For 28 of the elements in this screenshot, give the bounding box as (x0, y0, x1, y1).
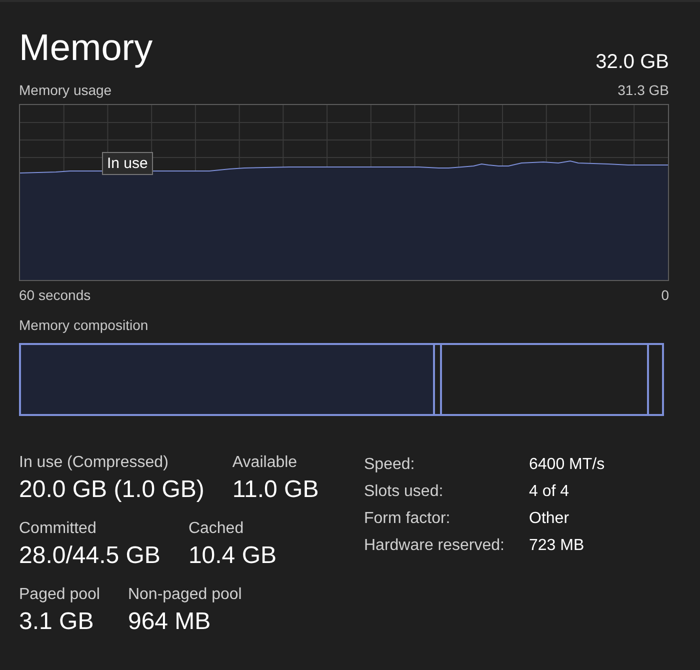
detail-value: 723 MB (529, 537, 586, 555)
stat-value: 20.0 GB (1.0 GB) (19, 476, 204, 504)
stat-value: 10.4 GB (188, 542, 276, 570)
page-title: Memory (19, 26, 153, 70)
stat-label: In use (Compressed) (19, 454, 170, 472)
detail-label: Hardware reserved: (364, 537, 506, 555)
axis-label: 0 (661, 287, 669, 303)
total-memory: 32.0 GB (596, 51, 669, 74)
stat-label: Non-paged pool (128, 586, 242, 604)
stat-label: Committed (19, 520, 98, 538)
detail-value: 6400 MT/s (529, 456, 605, 474)
detail-label: Slots used: (364, 483, 444, 501)
detail-label: Speed: (364, 456, 416, 474)
composition-label: Memory composition (19, 317, 148, 333)
detail-value: 4 of 4 (529, 483, 570, 501)
chart-label: Memory usage (19, 82, 112, 98)
stat-label: Available (232, 454, 298, 472)
stat-value: 3.1 GB (19, 608, 95, 636)
axis-label: 60 seconds (19, 287, 91, 303)
stat-value: 964 MB (128, 608, 212, 636)
chart-max: 31.3 GB (618, 82, 669, 98)
detail-label: Form factor: (364, 510, 452, 528)
stat-label: Cached (188, 520, 245, 538)
detail-value: Other (529, 510, 570, 528)
stat-label: Paged pool (19, 586, 100, 604)
stat-value: 11.0 GB (232, 476, 319, 504)
chart-tooltip: In use (102, 152, 153, 175)
stat-value: 28.0/44.5 GB (19, 542, 160, 570)
